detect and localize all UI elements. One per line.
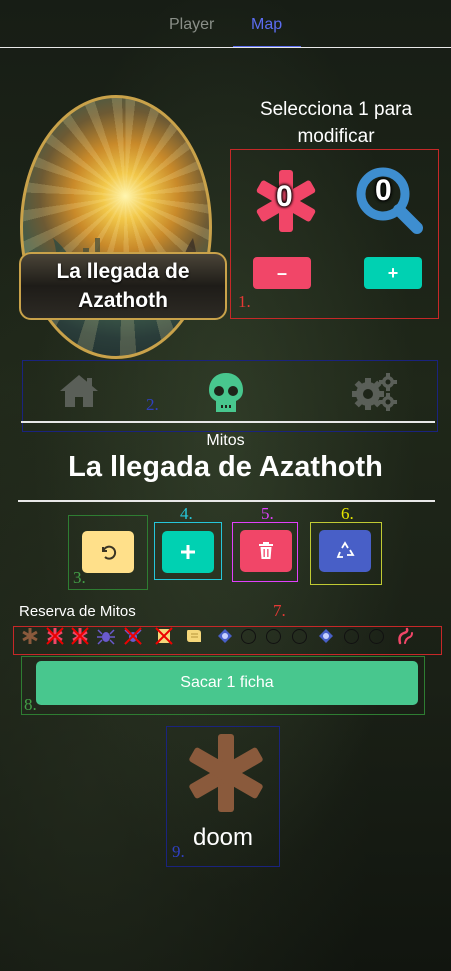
counter-instruction: Selecciona 1 para modificar — [259, 99, 413, 147]
increment-button[interactable]: + — [364, 257, 422, 289]
asterisk-icon — [22, 628, 38, 644]
recycle-button[interactable] — [319, 530, 371, 572]
nav-home[interactable] — [58, 373, 100, 409]
annotation-label-1: 1. — [238, 292, 251, 311]
scroll-crossed-icon — [155, 627, 173, 645]
tab-player[interactable]: Player — [169, 16, 214, 34]
reserve-token-spider[interactable] — [97, 627, 115, 645]
reserve-token-doom-used[interactable] — [71, 627, 89, 645]
tab-bar: Player Map — [0, 0, 451, 48]
annotation-label-6: 6. — [341, 504, 354, 523]
nav-settings[interactable] — [351, 372, 399, 412]
reserve-token-tentacle[interactable] — [396, 627, 414, 645]
undo-button[interactable] — [82, 531, 134, 573]
annotation-label-7: 7. — [273, 601, 286, 620]
reserve-token-portal[interactable] — [317, 627, 335, 645]
doom-counter[interactable]: 0 — [251, 166, 321, 236]
reserve-token-empty[interactable] — [369, 629, 384, 644]
asterisk-crossed-icon — [46, 627, 64, 645]
draw-token-button[interactable]: Sacar 1 ficha — [36, 661, 418, 705]
portal-icon — [319, 629, 333, 643]
annotation-label-5: 5. — [261, 504, 274, 523]
asterisk-crossed-icon — [71, 627, 89, 645]
annotation-label-2: 2. — [146, 395, 159, 414]
delete-token-button[interactable] — [240, 530, 292, 572]
reserve-token-empty[interactable] — [241, 629, 256, 644]
annotation-label-8: 8. — [24, 695, 37, 714]
clue-counter[interactable]: 0 — [349, 166, 425, 236]
doom-value: 0 — [276, 180, 293, 213]
asterisk-icon — [189, 734, 263, 812]
add-token-button[interactable] — [162, 531, 214, 573]
reserve-token-doom[interactable] — [21, 627, 39, 645]
tab-divider — [0, 47, 451, 48]
drawn-token — [183, 734, 269, 812]
home-icon — [60, 375, 98, 407]
reserve-label: Reserva de Mitos — [19, 603, 136, 620]
reserve-token-portal[interactable] — [216, 627, 234, 645]
spider-icon — [97, 629, 115, 645]
title-divider — [18, 500, 435, 502]
reserve-token-spider-used[interactable] — [124, 627, 142, 645]
tentacle-icon — [398, 627, 413, 645]
reserve-token-empty[interactable] — [266, 629, 281, 644]
scenario-card-title: La llegada de Azathoth — [19, 252, 227, 320]
clue-value: 0 — [375, 174, 392, 207]
reserve-token-scroll-used[interactable] — [155, 627, 173, 645]
reserve-token-empty[interactable] — [292, 629, 307, 644]
reserve-token-empty[interactable] — [344, 629, 359, 644]
spider-crossed-icon — [124, 627, 142, 645]
drawn-token-label: doom — [192, 824, 254, 851]
gears-icon — [352, 373, 397, 411]
mythos-label: Mitos — [206, 432, 245, 449]
reserve-token-scroll[interactable] — [185, 627, 203, 645]
recycle-icon — [336, 541, 355, 558]
tab-map[interactable]: Map — [251, 16, 282, 34]
portal-icon — [218, 629, 232, 643]
mythos-title: La llegada de Azathoth — [68, 451, 383, 483]
annotation-label-4: 4. — [180, 504, 193, 523]
skull-icon — [209, 373, 243, 412]
undo-icon — [102, 545, 117, 560]
nav-divider — [21, 421, 435, 423]
plus-icon — [181, 545, 195, 559]
nav-mythos[interactable] — [206, 371, 246, 413]
decrement-button[interactable]: – — [253, 257, 311, 289]
reserve-token-doom-used[interactable] — [46, 627, 64, 645]
trash-icon — [259, 542, 273, 559]
scroll-icon — [187, 630, 201, 642]
